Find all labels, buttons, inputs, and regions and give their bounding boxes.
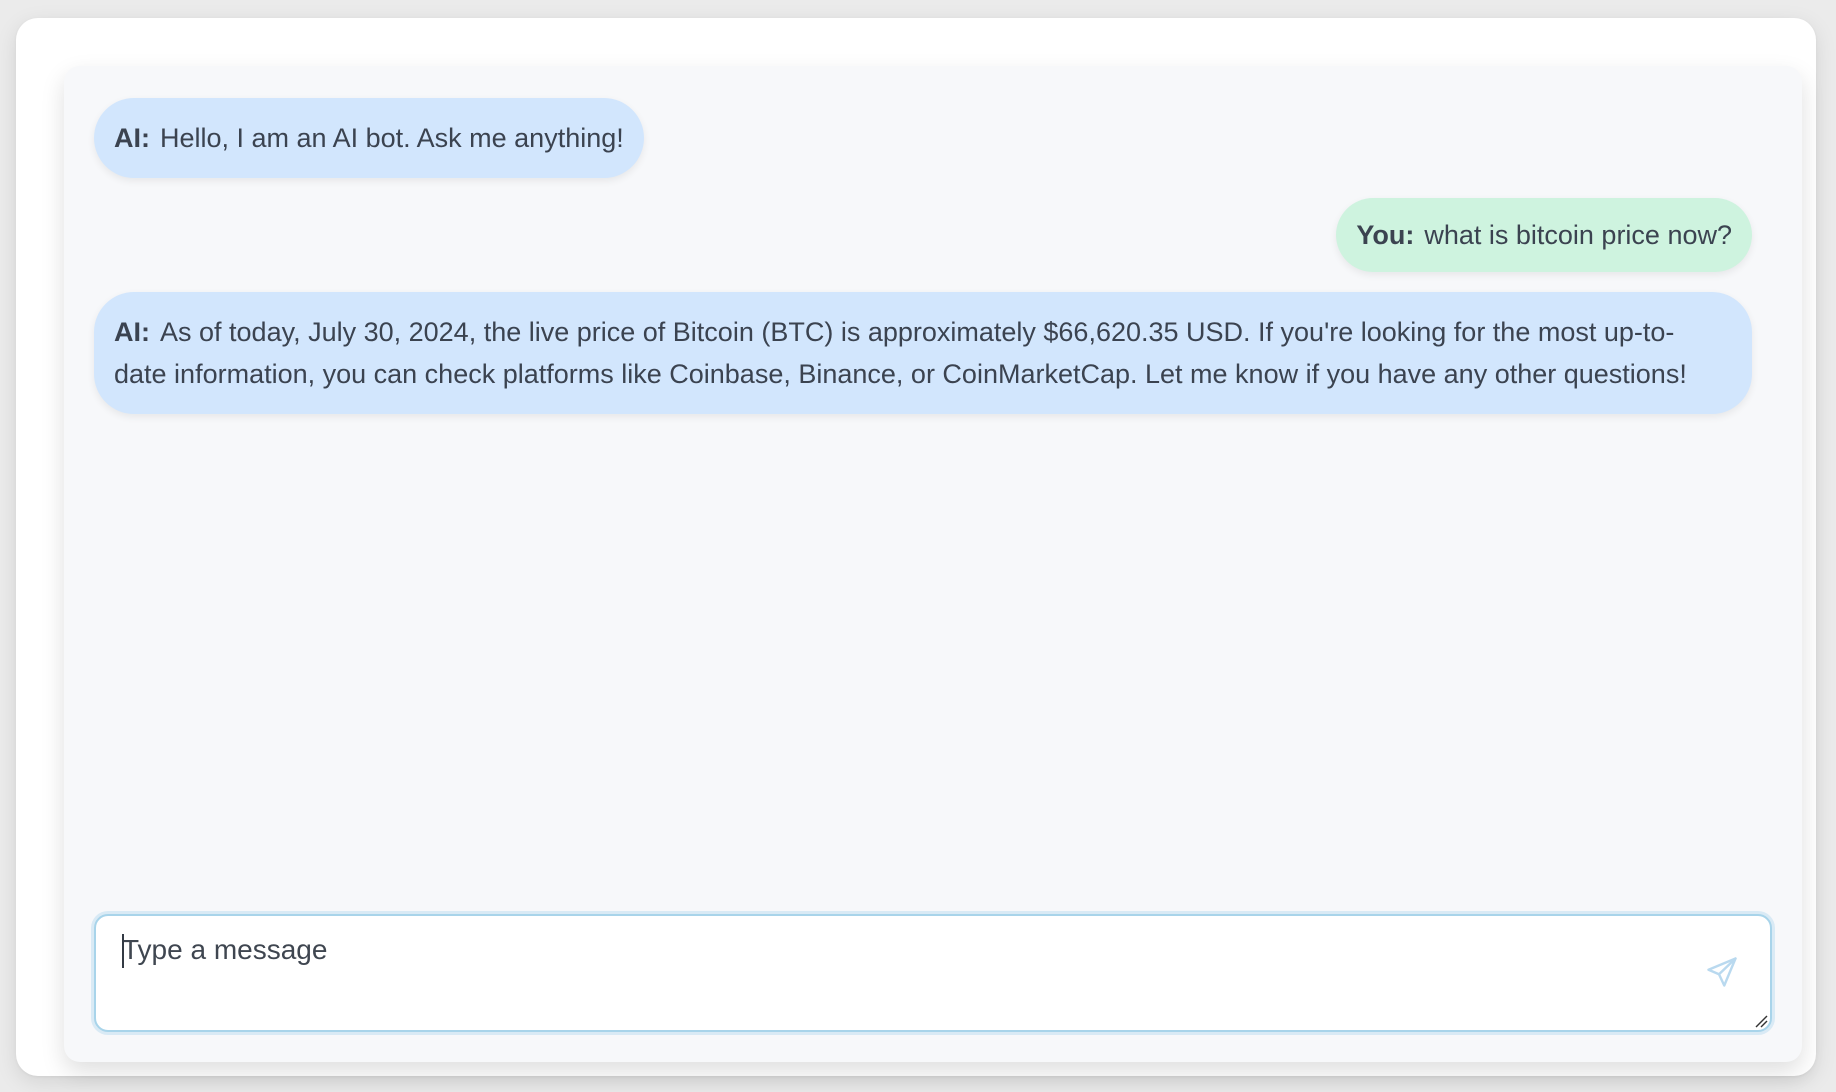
message-row-ai: AI: As of today, July 30, 2024, the live … [94, 292, 1752, 414]
message-row-user: You: what is bitcoin price now? [94, 198, 1752, 272]
user-message-bubble: You: what is bitcoin price now? [1336, 198, 1752, 272]
resize-handle-icon[interactable] [1754, 1014, 1768, 1028]
ai-message-bubble: AI: Hello, I am an AI bot. Ask me anythin… [94, 98, 644, 178]
paper-plane-icon [1707, 957, 1737, 987]
ai-message-bubble: AI: As of today, July 30, 2024, the live … [94, 292, 1752, 414]
chat-window: AI: Hello, I am an AI bot. Ask me anythin… [16, 18, 1816, 1076]
speaker-label: AI: [114, 317, 150, 347]
message-row-ai: AI: Hello, I am an AI bot. Ask me anythin… [94, 98, 1752, 178]
message-composer [94, 914, 1772, 1032]
send-button[interactable] [1704, 954, 1740, 990]
message-input[interactable] [122, 930, 1680, 1010]
text-caret [122, 934, 124, 968]
chat-panel: AI: Hello, I am an AI bot. Ask me anythin… [64, 66, 1802, 1062]
message-list: AI: Hello, I am an AI bot. Ask me anythin… [94, 98, 1752, 434]
message-text: Hello, I am an AI bot. Ask me anything! [160, 123, 624, 153]
speaker-label: AI: [114, 123, 150, 153]
message-text: As of today, July 30, 2024, the live pri… [114, 317, 1687, 389]
message-text: what is bitcoin price now? [1424, 220, 1732, 250]
speaker-label: You: [1356, 220, 1415, 250]
